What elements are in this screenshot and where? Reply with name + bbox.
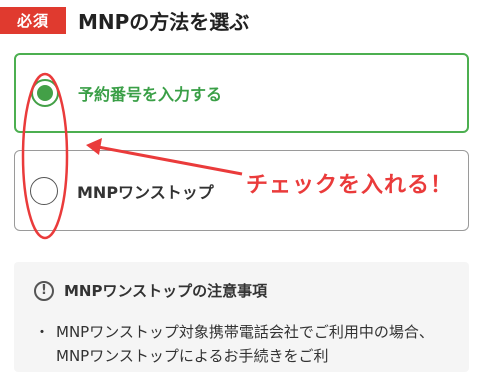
notice-header: ! MNPワンストップの注意事項 [34,280,267,301]
annotation-callout: チェックを入れる！ [246,173,454,198]
option-label: MNPワンストップ [77,182,214,202]
section-header: 必須 MNPの方法を選ぶ [0,4,249,36]
bullet: ・ [34,323,50,341]
required-badge: 必須 [0,6,66,34]
option-label: 予約番号を入力する [78,85,223,104]
notice-item: ・ MNPワンストップ対象携帯電話会社でご利用中の場合、MNPワンストップによる… [28,320,458,368]
exclamation-icon: ! [34,280,54,301]
option-reservation-number[interactable]: 予約番号を入力する [14,53,469,133]
notice-text: MNPワンストップ対象携帯電話会社でご利用中の場合、MNPワンストップによるお手… [56,323,434,365]
notice-title: MNPワンストップの注意事項 [64,282,268,300]
notice-box: ! MNPワンストップの注意事項 ・ MNPワンストップ対象携帯電話会社でご利用… [14,262,469,372]
radio-selected-icon[interactable] [31,79,59,107]
section-title: MNPの方法を選ぶ [78,9,250,34]
radio-unselected-icon[interactable] [30,176,58,205]
